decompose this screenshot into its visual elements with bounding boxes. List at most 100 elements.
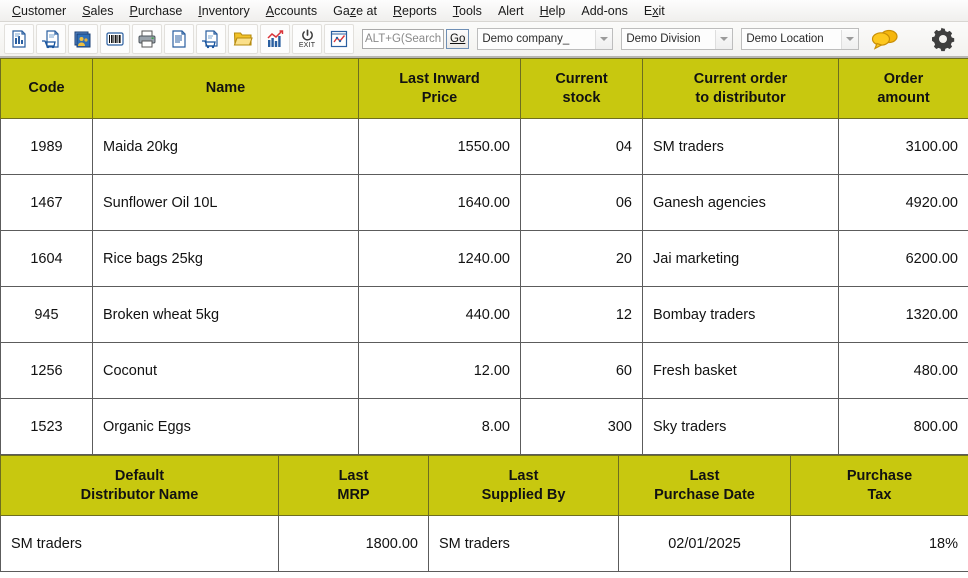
- column-header-current-order-to-distributor[interactable]: Current order to distributor: [643, 59, 839, 119]
- cell-name: Sunflower Oil 10L: [93, 175, 359, 231]
- menu-item-accounts[interactable]: Accounts: [258, 1, 325, 21]
- cell-code: 1604: [1, 231, 93, 287]
- cell-name: Coconut: [93, 343, 359, 399]
- cell-current-order-to-distributor: SM traders: [643, 119, 839, 175]
- cell-current-stock: 300: [521, 399, 643, 455]
- column-header-last-inward-price[interactable]: Last Inward Price: [359, 59, 521, 119]
- chevron-down-icon[interactable]: [715, 30, 732, 49]
- menu-item-gaze-at[interactable]: Gaze at: [325, 1, 385, 21]
- products-table-header-row: Code Name Last Inward Price Current stoc…: [1, 59, 968, 119]
- chevron-down-icon[interactable]: [841, 30, 858, 49]
- cell-last-supplied-by: SM traders: [429, 516, 619, 572]
- menu-item-help[interactable]: Help: [532, 1, 574, 21]
- cell-last-inward-price: 12.00: [359, 343, 521, 399]
- column-header-last-mrp[interactable]: Last MRP: [279, 456, 429, 516]
- cell-last-inward-price: 1550.00: [359, 119, 521, 175]
- header-line: Purchase Date: [654, 487, 755, 503]
- column-header-purchase-tax[interactable]: Purchase Tax: [791, 456, 968, 516]
- menu-item-customer[interactable]: Customer: [4, 1, 74, 21]
- column-header-default-distributor-name[interactable]: Default Distributor Name: [1, 456, 279, 516]
- search-go-label: Go: [450, 33, 465, 45]
- menu-item-purchase[interactable]: Purchase: [121, 1, 190, 21]
- customers-icon[interactable]: [68, 24, 98, 54]
- header-line: Current order: [694, 71, 787, 87]
- company-selector-value: Demo company_: [478, 29, 573, 49]
- cell-last-inward-price: 8.00: [359, 399, 521, 455]
- column-header-current-stock[interactable]: Current stock: [521, 59, 643, 119]
- cell-last-mrp: 1800.00: [279, 516, 429, 572]
- header-line: amount: [877, 90, 929, 106]
- menu-item-sales[interactable]: Sales: [74, 1, 121, 21]
- report-chart-icon[interactable]: [324, 24, 354, 54]
- cell-code: 1256: [1, 343, 93, 399]
- menu-bar: CustomerSalesPurchaseInventoryAccountsGa…: [0, 0, 968, 22]
- cell-name: Organic Eggs: [93, 399, 359, 455]
- cell-order-amount: 800.00: [839, 399, 968, 455]
- location-selector[interactable]: Demo Location: [741, 28, 859, 50]
- cell-name: Broken wheat 5kg: [93, 287, 359, 343]
- cell-current-stock: 60: [521, 343, 643, 399]
- cell-current-order-to-distributor: Fresh basket: [643, 343, 839, 399]
- search-go-button[interactable]: Go: [446, 29, 469, 49]
- detail-table-row[interactable]: SM traders 1800.00 SM traders 02/01/2025…: [1, 516, 968, 572]
- menu-item-exit[interactable]: Exit: [636, 1, 673, 21]
- cell-last-purchase-date: 02/01/2025: [619, 516, 791, 572]
- sales-return-icon[interactable]: [196, 24, 226, 54]
- cell-default-distributor-name: SM traders: [1, 516, 279, 572]
- header-line: Current: [555, 71, 607, 87]
- menu-item-add-ons[interactable]: Add-ons: [573, 1, 636, 21]
- cell-name: Maida 20kg: [93, 119, 359, 175]
- cell-name: Rice bags 25kg: [93, 231, 359, 287]
- company-selector[interactable]: Demo company_: [477, 28, 613, 50]
- column-header-last-purchase-date[interactable]: Last Purchase Date: [619, 456, 791, 516]
- invoice-icon[interactable]: [4, 24, 34, 54]
- menu-item-inventory[interactable]: Inventory: [190, 1, 257, 21]
- folder-open-icon[interactable]: [228, 24, 258, 54]
- table-row[interactable]: 1523Organic Eggs8.00300Sky traders800.00: [1, 399, 968, 455]
- header-line: stock: [563, 90, 601, 106]
- header-line: MRP: [337, 487, 369, 503]
- menu-item-tools[interactable]: Tools: [445, 1, 490, 21]
- cell-current-stock: 12: [521, 287, 643, 343]
- cell-code: 1989: [1, 119, 93, 175]
- column-header-order-amount[interactable]: Order amount: [839, 59, 968, 119]
- cell-current-order-to-distributor: Jai marketing: [643, 231, 839, 287]
- cell-order-amount: 3100.00: [839, 119, 968, 175]
- detail-table: Default Distributor Name Last MRP Last S…: [0, 455, 968, 572]
- table-row[interactable]: 1256Coconut12.0060Fresh basket480.00: [1, 343, 968, 399]
- header-line: Supplied By: [482, 487, 566, 503]
- header-line: Last Inward: [399, 71, 480, 87]
- document-icon[interactable]: [164, 24, 194, 54]
- division-selector[interactable]: Demo Division: [621, 28, 733, 50]
- purchase-invoice-icon[interactable]: [36, 24, 66, 54]
- gear-icon[interactable]: [930, 26, 956, 52]
- cell-code: 1523: [1, 399, 93, 455]
- table-row[interactable]: 1467Sunflower Oil 10L1640.0006Ganesh age…: [1, 175, 968, 231]
- detail-table-header-row: Default Distributor Name Last MRP Last S…: [1, 456, 968, 516]
- cell-code: 945: [1, 287, 93, 343]
- menu-item-reports[interactable]: Reports: [385, 1, 445, 21]
- menu-item-alert[interactable]: Alert: [490, 1, 532, 21]
- column-header-last-supplied-by[interactable]: Last Supplied By: [429, 456, 619, 516]
- bar-chart-icon[interactable]: [260, 24, 290, 54]
- column-header-name[interactable]: Name: [93, 59, 359, 119]
- header-line: Distributor Name: [81, 487, 199, 503]
- cell-current-order-to-distributor: Ganesh agencies: [643, 175, 839, 231]
- chevron-down-icon[interactable]: [595, 30, 612, 49]
- exit-icon[interactable]: EXIT: [292, 24, 322, 54]
- search-input[interactable]: [362, 29, 444, 49]
- cell-order-amount: 6200.00: [839, 231, 968, 287]
- column-header-code[interactable]: Code: [1, 59, 93, 119]
- print-icon[interactable]: [132, 24, 162, 54]
- table-row[interactable]: 1604Rice bags 25kg1240.0020Jai marketing…: [1, 231, 968, 287]
- table-row[interactable]: 945Broken wheat 5kg440.0012Bombay trader…: [1, 287, 968, 343]
- cell-last-inward-price: 1640.00: [359, 175, 521, 231]
- cell-purchase-tax: 18%: [791, 516, 968, 572]
- location-selector-value: Demo Location: [742, 29, 827, 49]
- barcode-icon[interactable]: [100, 24, 130, 54]
- chat-bubble-icon[interactable]: [871, 28, 899, 50]
- products-table: Code Name Last Inward Price Current stoc…: [0, 58, 968, 455]
- cell-code: 1467: [1, 175, 93, 231]
- header-line: Order: [884, 71, 924, 87]
- table-row[interactable]: 1989Maida 20kg1550.0004SM traders3100.00: [1, 119, 968, 175]
